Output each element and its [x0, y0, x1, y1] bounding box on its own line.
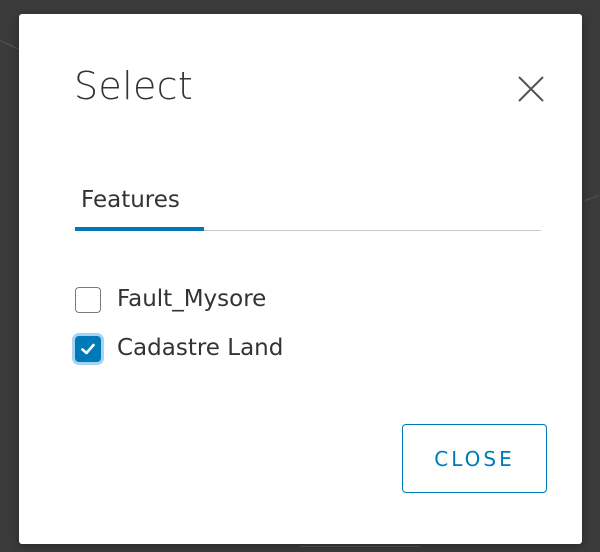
select-dialog: Select Features Fault_Mysore Cadastre La…	[19, 14, 582, 544]
backdrop-line	[0, 40, 20, 51]
backdrop-line	[585, 194, 600, 201]
option-label: Fault_Mysore	[117, 286, 267, 312]
close-button[interactable]: CLOSE	[402, 424, 547, 493]
close-icon[interactable]	[513, 71, 549, 107]
checkmark-icon	[81, 343, 95, 355]
tab-features[interactable]: Features	[75, 182, 204, 231]
backdrop-line	[300, 546, 420, 547]
active-tab-indicator	[75, 227, 204, 231]
option-label: Cadastre Land	[117, 335, 284, 361]
dialog-title: Select	[74, 64, 194, 108]
checkbox-unchecked[interactable]	[75, 287, 101, 313]
tab-label: Features	[81, 187, 180, 213]
checkbox-checked[interactable]	[75, 336, 101, 362]
tab-bar: Features	[75, 182, 541, 231]
